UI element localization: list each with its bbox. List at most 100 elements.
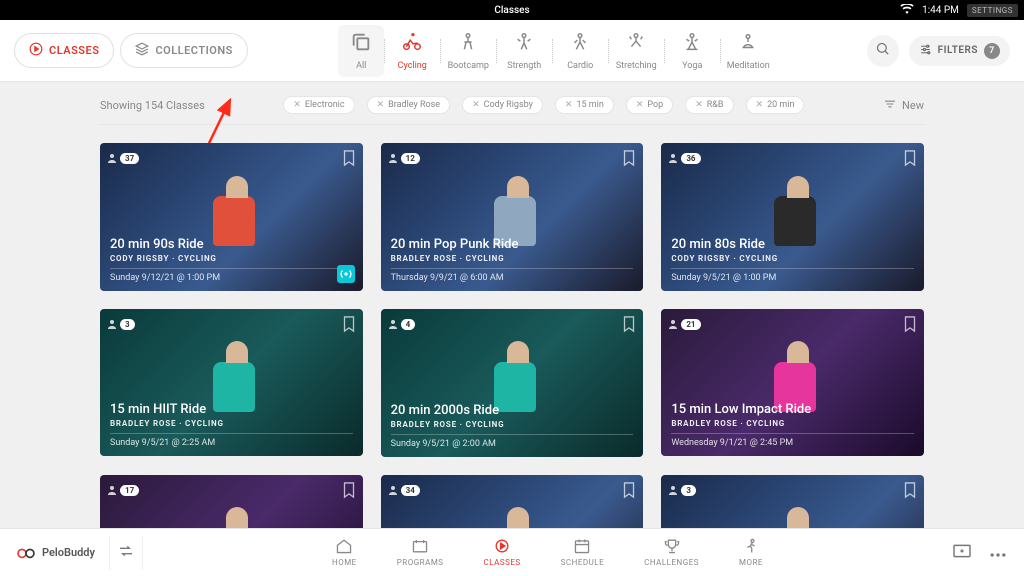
swap-button[interactable]: [109, 536, 143, 570]
chip-label: 15 min: [576, 100, 603, 110]
close-icon: ✕: [695, 100, 703, 110]
filter-chip-15min[interactable]: ✕15 min: [555, 96, 614, 114]
category-meditation[interactable]: Meditation: [720, 25, 776, 77]
nav-label: SCHEDULE: [561, 558, 605, 567]
cardio-icon: [569, 31, 591, 56]
trophy-icon: [663, 538, 681, 556]
filter-chip-bradley-rose[interactable]: ✕Bradley Rose: [367, 96, 451, 114]
person-icon: [387, 149, 399, 168]
close-icon: ✕: [377, 100, 385, 110]
settings-button[interactable]: SETTINGS: [967, 4, 1018, 17]
category-bootcamp[interactable]: Bootcamp: [440, 25, 496, 77]
brand-label: PeloBuddy: [42, 546, 95, 559]
filter-chip-pop[interactable]: ✕Pop: [626, 96, 673, 114]
class-card[interactable]: 3720 min 90s RideCODY RIGSBY · CYCLINGSu…: [100, 143, 363, 291]
nav-home[interactable]: HOME: [332, 538, 357, 567]
person-icon: [106, 315, 118, 334]
filters-label: FILTERS: [938, 45, 978, 56]
bookmark-icon[interactable]: [341, 149, 357, 171]
person-icon: [387, 315, 399, 334]
bookmark-icon[interactable]: [621, 481, 637, 503]
bottom-nav: PeloBuddy HOME PROGRAMS CLASSES SCHEDULE…: [0, 528, 1024, 576]
nav-more[interactable]: MORE: [739, 538, 763, 567]
tab-classes[interactable]: CLASSES: [14, 33, 114, 68]
calendar-icon: [573, 538, 591, 556]
more-dots-icon[interactable]: [988, 543, 1008, 562]
class-card[interactable]: 3620 min 80s RideCODY RIGSBY · CYCLINGSu…: [661, 143, 924, 291]
bookmark-icon[interactable]: [621, 315, 637, 337]
brand-icon: [16, 543, 36, 562]
chip-label: Cody Rigsby: [484, 100, 533, 110]
nav-programs[interactable]: PROGRAMS: [397, 538, 444, 567]
programs-icon: [411, 538, 429, 556]
class-date: Sunday 9/5/21 @ 1:00 PM: [671, 273, 914, 283]
nav-schedule[interactable]: SCHEDULE: [561, 538, 605, 567]
category-yoga[interactable]: Yoga: [664, 25, 720, 77]
sort-new[interactable]: New: [883, 99, 924, 112]
class-card[interactable]: 315 min HIIT RideBRADLEY ROSE · CYCLINGS…: [100, 309, 363, 457]
cast-icon[interactable]: [952, 543, 972, 563]
bookmark-icon[interactable]: [902, 149, 918, 171]
bookmark-icon[interactable]: [902, 481, 918, 503]
friends-count: 17: [120, 485, 139, 496]
broadcast-icon: [337, 265, 355, 283]
nav-challenges[interactable]: CHALLENGES: [644, 538, 699, 567]
bookmark-icon[interactable]: [341, 481, 357, 503]
filter-chip-rnb[interactable]: ✕R&B: [685, 96, 733, 114]
sort-label: New: [902, 99, 924, 112]
filter-chip-20min[interactable]: ✕20 min: [746, 96, 805, 114]
filters-button[interactable]: FILTERS 7: [909, 36, 1010, 66]
friends-count: 12: [401, 153, 420, 164]
category-label: Strength: [507, 61, 541, 71]
search-icon: [875, 41, 890, 60]
meditation-icon: [737, 31, 759, 56]
sliders-icon: [919, 43, 932, 59]
class-card[interactable]: 21 15 min Low Impact Ride BRADLEY ROSE · C…: [661, 309, 924, 457]
class-card[interactable]: 420 min 2000s RideBRADLEY ROSE · CYCLING…: [381, 309, 644, 457]
filters-count-badge: 7: [984, 43, 1000, 59]
category-label: All: [356, 61, 366, 71]
brand-logo[interactable]: PeloBuddy: [16, 543, 95, 562]
bookmark-icon[interactable]: [341, 315, 357, 337]
class-subtitle: CODY RIGSBY · CYCLING: [110, 254, 353, 263]
class-subtitle: BRADLEY ROSE · CYCLING: [671, 419, 914, 428]
category-stretching[interactable]: Stretching: [608, 25, 664, 77]
class-title: 15 min HIIT Ride: [110, 402, 353, 417]
nav-label: PROGRAMS: [397, 558, 444, 567]
class-date: Sunday 9/12/21 @ 1:00 PM: [110, 273, 353, 283]
category-cardio[interactable]: Cardio: [552, 25, 608, 77]
close-icon: ✕: [565, 100, 573, 110]
category-strength[interactable]: Strength: [496, 25, 552, 77]
tab-collections[interactable]: COLLECTIONS: [120, 33, 247, 68]
close-icon: ✕: [636, 100, 644, 110]
category-label: Cardio: [567, 61, 593, 71]
filter-chip-electronic[interactable]: ✕Electronic: [283, 96, 354, 114]
layers-icon: [135, 42, 149, 59]
class-grid: 3720 min 90s RideCODY RIGSBY · CYCLINGSu…: [100, 143, 924, 576]
class-title: 15 min Low Impact Ride: [671, 402, 914, 417]
stretching-icon: [625, 31, 647, 56]
cycling-icon: [401, 31, 423, 56]
class-date: Sunday 9/5/21 @ 2:00 AM: [391, 439, 634, 449]
class-card[interactable]: 1220 min Pop Punk RideBRADLEY ROSE · CYC…: [381, 143, 644, 291]
chip-label: Bradley Rose: [388, 100, 440, 110]
page-title: Classes: [494, 5, 529, 16]
category-label: Cycling: [398, 61, 427, 71]
category-label: Meditation: [727, 61, 770, 71]
category-label: Stretching: [616, 61, 657, 71]
filter-chip-cody-rigsby[interactable]: ✕Cody Rigsby: [462, 96, 543, 114]
category-cycling[interactable]: Cycling: [384, 25, 440, 77]
content-area: Showing 154 Classes ✕Electronic ✕Bradley…: [0, 82, 1024, 576]
close-icon: ✕: [756, 100, 764, 110]
bookmark-icon[interactable]: [621, 149, 637, 171]
swap-icon: [118, 543, 134, 562]
chip-label: Pop: [647, 100, 663, 110]
person-icon: [106, 481, 118, 500]
bookmark-icon[interactable]: [902, 315, 918, 337]
friends-count: 21: [681, 319, 700, 330]
search-button[interactable]: [867, 35, 899, 67]
category-label: Bootcamp: [448, 61, 489, 71]
nav-classes[interactable]: CLASSES: [484, 538, 521, 567]
category-all[interactable]: All: [338, 25, 384, 77]
copy-icon: [350, 31, 372, 56]
